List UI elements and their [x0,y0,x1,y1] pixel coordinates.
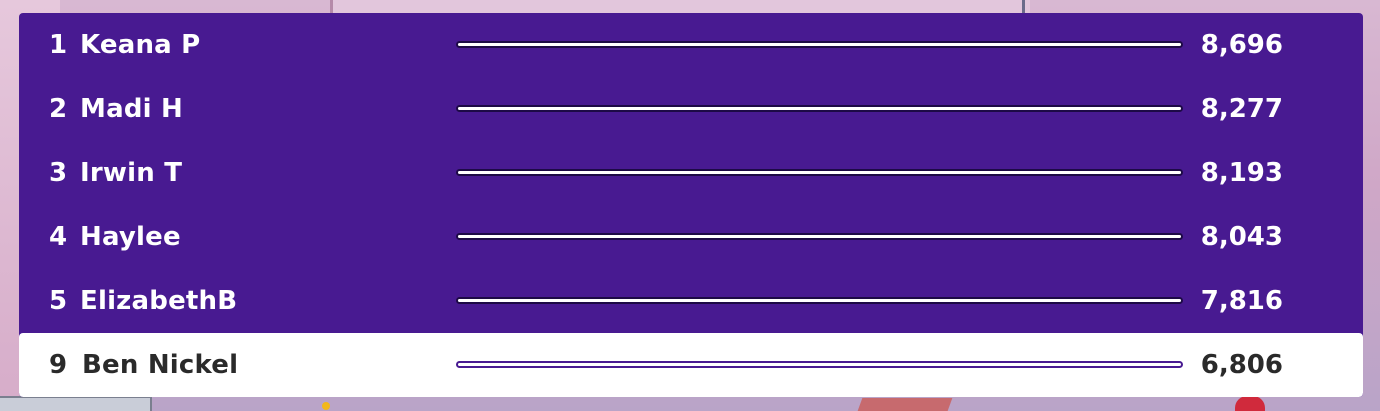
player-name: Haylee [80,222,181,252]
player-score: 8,277 [1200,94,1283,124]
leaderboard-row: 5 ElizabethB 7,816 [19,269,1363,333]
background-box [0,396,152,411]
leaderboard-row: 1 Keana P 8,696 [19,13,1363,77]
score-bar [456,105,1183,112]
player-name: Ben Nickel [82,350,239,380]
score-bar [456,41,1183,48]
background-strip-top [330,0,1030,14]
player-score: 8,193 [1200,158,1283,188]
rank-number: 1 [48,30,68,60]
leaderboard-row: 3 Irwin T 8,193 [19,141,1363,205]
current-player-row: 9 Ben Nickel 6,806 [19,333,1363,397]
rank-number: 5 [48,286,68,316]
background-frame-edge [1022,0,1045,14]
player-name: Madi H [80,94,183,124]
player-score: 8,043 [1200,222,1283,252]
player-name: Keana P [80,30,201,60]
rank-number: 9 [48,350,68,380]
rank-number: 3 [48,158,68,188]
player-name: Irwin T [80,158,183,188]
background-shape [1235,396,1265,411]
score-bar [456,297,1183,304]
score-bar [456,233,1183,240]
leaderboard-row: 4 Haylee 8,043 [19,205,1363,269]
leaderboard-row: 2 Madi H 8,277 [19,77,1363,141]
background-dot [322,402,330,410]
background-frame-edge [330,0,373,14]
score-bar [456,169,1183,176]
player-score: 6,806 [1200,350,1283,380]
leaderboard: 1 Keana P 8,696 2 Madi H 8,277 3 Irwin T… [19,13,1363,397]
background-shape [857,398,953,411]
score-bar [456,361,1183,368]
player-name: ElizabethB [80,286,238,316]
rank-number: 2 [48,94,68,124]
player-score: 7,816 [1200,286,1283,316]
player-score: 8,696 [1200,30,1283,60]
rank-number: 4 [48,222,68,252]
